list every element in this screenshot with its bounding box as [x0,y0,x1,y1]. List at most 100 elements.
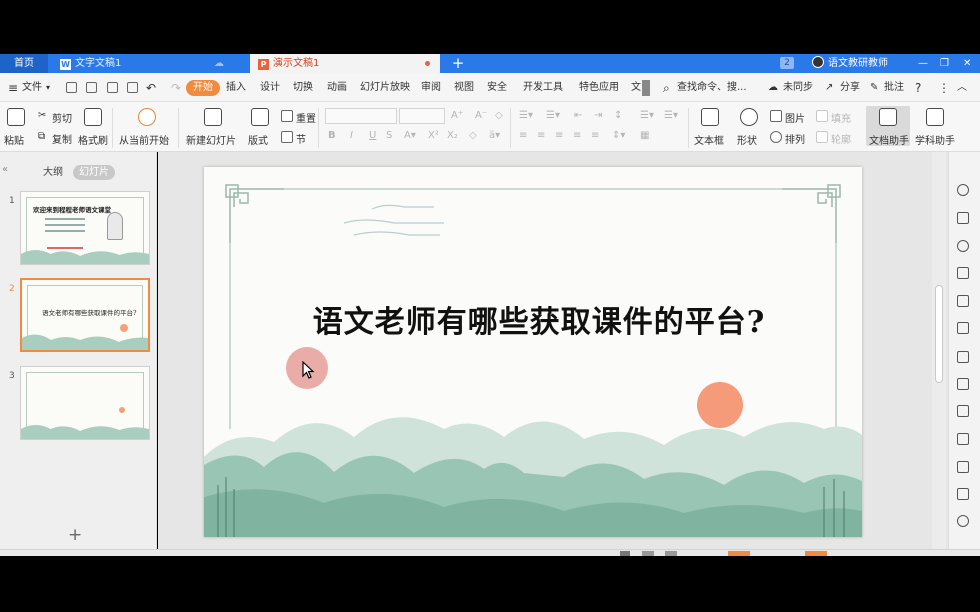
textbox-icon[interactable] [701,108,719,126]
tab-outline[interactable]: 大纲 [43,165,63,180]
menu-special[interactable]: 特色应用 [579,80,619,96]
grow-font-icon[interactable]: A⁺ [451,110,463,121]
audio-icon[interactable] [957,488,969,500]
doc-assistant-icon[interactable] [879,108,897,126]
fill-icon[interactable] [816,110,828,122]
redo-icon[interactable]: ↷ [171,80,181,96]
fill-button[interactable]: 填充 [831,110,851,125]
menu-scroll-handle[interactable] [642,80,650,96]
settings-icon[interactable] [957,184,969,196]
slide-thumbnail-3[interactable] [20,366,150,440]
hamburger-icon[interactable]: ≡ [8,80,18,96]
superscript-icon[interactable]: X² [428,130,439,141]
image-icon[interactable] [957,461,969,473]
font-name-field[interactable] [325,108,397,124]
distribute-icon[interactable]: ≡ [591,130,599,141]
cut-button[interactable]: 剪切 [52,110,72,125]
copy-icon[interactable]: ⧉ [38,131,45,142]
bullet-list-icon[interactable]: ☰▾ [519,110,533,121]
menu-file[interactable]: 文件 [22,80,42,96]
share-button[interactable]: 分享 [840,80,860,96]
align-left-icon[interactable]: ≡ [519,130,527,141]
justify-icon[interactable]: ≡ [573,130,581,141]
collapse-ribbon-icon[interactable]: ︿ [957,80,967,96]
scrollbar-thumb[interactable] [935,285,943,383]
format-painter-button[interactable]: 格式刷 [78,132,108,147]
shape-icon[interactable] [740,108,758,126]
underline-button[interactable]: U [369,130,376,141]
tab-writer-document[interactable]: W 文字文稿1 ☁ [52,54,242,73]
reset-icon[interactable] [281,110,293,122]
textbox-button[interactable]: 文本框 [694,132,724,147]
slide-title[interactable]: 语文老师有哪些获取课件的平台? [204,297,862,341]
picture-icon[interactable] [770,110,782,122]
more-icon[interactable]: ⋮ [938,80,950,96]
strikethrough-icon[interactable]: S [386,130,392,141]
open-folder-icon[interactable] [66,82,77,93]
sync-status[interactable]: 未同步 [783,80,813,96]
shape-button[interactable]: 形状 [737,132,757,147]
menu-security[interactable]: 安全 [487,80,507,96]
clear-format-icon[interactable]: ◇ [495,110,503,121]
tab-home[interactable]: 首页 [0,54,48,73]
close-icon[interactable]: ✕ [963,54,971,73]
align-center-icon[interactable]: ≡ [537,130,545,141]
menu-animation[interactable]: 动画 [327,80,347,96]
save-icon[interactable] [86,82,97,93]
indent-increase-icon[interactable]: ⇥ [594,110,602,121]
font-size-field[interactable] [399,108,445,124]
arrange-button[interactable]: 排列 [785,131,805,146]
shape-tool-icon[interactable] [957,240,969,252]
subject-assistant-button[interactable]: 学科助手 [915,132,955,147]
undo-icon[interactable]: ↶ [146,80,156,96]
chart-icon[interactable] [957,322,969,334]
print-preview-icon[interactable] [127,82,138,93]
export-icon[interactable] [957,405,969,417]
comment-button[interactable]: 批注 [884,80,904,96]
copy-format-icon[interactable] [957,212,969,224]
print-icon[interactable] [107,82,118,93]
shrink-font-icon[interactable]: A⁻ [475,110,487,121]
collapse-panel-icon[interactable]: « [2,164,8,175]
new-slide-button[interactable]: 新建幻灯片 [186,132,236,147]
outline-button[interactable]: 轮廓 [831,131,851,146]
command-search[interactable]: 查找命令、搜... [677,80,747,96]
menu-slideshow[interactable]: 幻灯片放映 [360,80,410,96]
smart-art-icon[interactable]: ▦ [640,130,649,141]
user-account[interactable]: 语文教研教师 [812,54,888,73]
subscript-icon[interactable]: X₂ [447,130,458,141]
indent-decrease-icon[interactable]: ⇤ [574,110,582,121]
menu-start[interactable]: 开始 [186,80,220,96]
char-spacing-icon[interactable]: ä▾ [489,130,500,141]
numbered-list-icon[interactable]: ☰▾ [546,110,560,121]
menu-design[interactable]: 设计 [260,80,280,96]
tab-presentation[interactable]: P 演示文稿1 [250,54,440,73]
doc-assistant-button[interactable]: 文档助手 [869,132,909,147]
text-align-icon[interactable]: ⇕▾ [612,130,625,141]
chevron-down-icon[interactable]: ▾ [46,80,50,96]
outline-icon[interactable] [816,131,828,143]
text-direction-icon[interactable]: ☰▾ [640,110,654,121]
paste-icon[interactable] [7,108,25,126]
new-tab-button[interactable]: + [448,54,468,73]
document-icon[interactable] [957,378,969,390]
animation-tool-icon[interactable] [957,267,969,279]
menu-view[interactable]: 视图 [454,80,474,96]
picture-button[interactable]: 图片 [785,110,805,125]
subject-assistant-icon[interactable] [926,108,944,126]
minimize-icon[interactable]: — [918,54,928,73]
reset-button[interactable]: 重置 [296,110,316,125]
italic-button[interactable]: I [350,130,353,141]
format-painter-icon[interactable] [84,108,102,126]
menu-insert[interactable]: 插入 [226,80,246,96]
menu-developer[interactable]: 开发工具 [523,80,563,96]
bold-button[interactable]: B [328,130,336,141]
layout-button[interactable]: 版式 [248,132,268,147]
menu-transition[interactable]: 切换 [293,80,313,96]
menu-more[interactable]: 文 [631,80,641,96]
menu-review[interactable]: 审阅 [421,80,441,96]
new-slide-icon[interactable] [204,108,222,126]
line-spacing-icon[interactable]: ↕ [614,110,622,121]
cursor-tool-icon[interactable] [957,351,969,363]
add-slide-button[interactable]: + [68,525,82,545]
